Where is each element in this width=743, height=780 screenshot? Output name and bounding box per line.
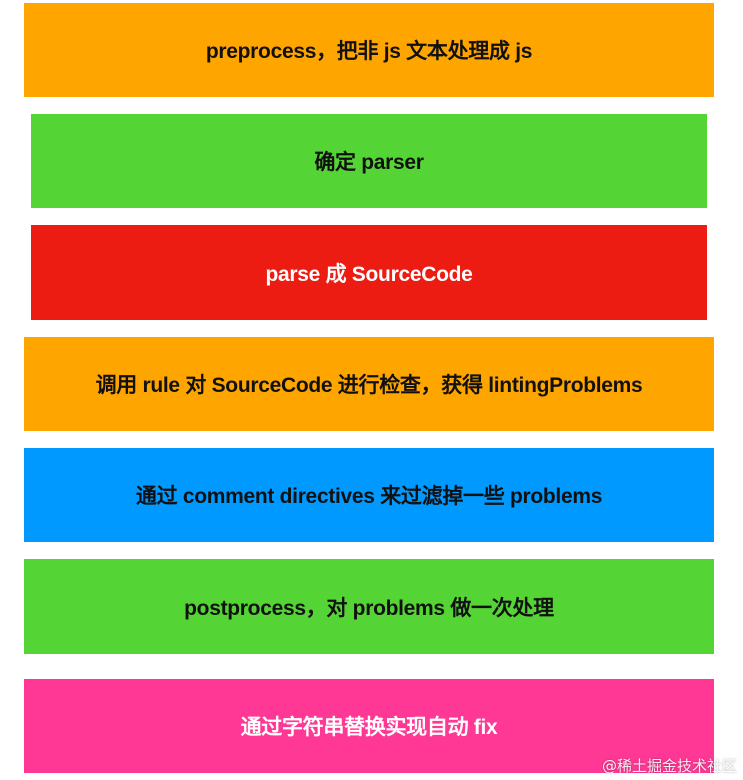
step-label: 通过字符串替换实现自动 fix	[240, 716, 498, 739]
step-determine-parser: 确定 parser	[31, 114, 707, 208]
step-run-rules: 调用 rule 对 SourceCode 进行检查，获得 lintingProb…	[24, 337, 714, 431]
step-preprocess: preprocess，把非 js 文本处理成 js	[24, 3, 714, 97]
step-label: 通过 comment directives 来过滤掉一些 problems	[135, 485, 603, 508]
step-label: postprocess，对 problems 做一次处理	[184, 596, 554, 620]
step-label: 调用 rule 对 SourceCode 进行检查，获得 lintingProb…	[95, 374, 643, 397]
watermark: @稀土掘金技术社区	[601, 757, 737, 775]
step-postprocess: postprocess，对 problems 做一次处理	[24, 559, 714, 654]
step-comment-directives: 通过 comment directives 来过滤掉一些 problems	[24, 448, 714, 542]
step-parse-sourcecode: parse 成 SourceCode	[31, 225, 707, 320]
step-label: 确定 parser	[314, 151, 424, 174]
step-label: parse 成 SourceCode	[265, 262, 473, 286]
step-label: preprocess，把非 js 文本处理成 js	[205, 40, 533, 63]
